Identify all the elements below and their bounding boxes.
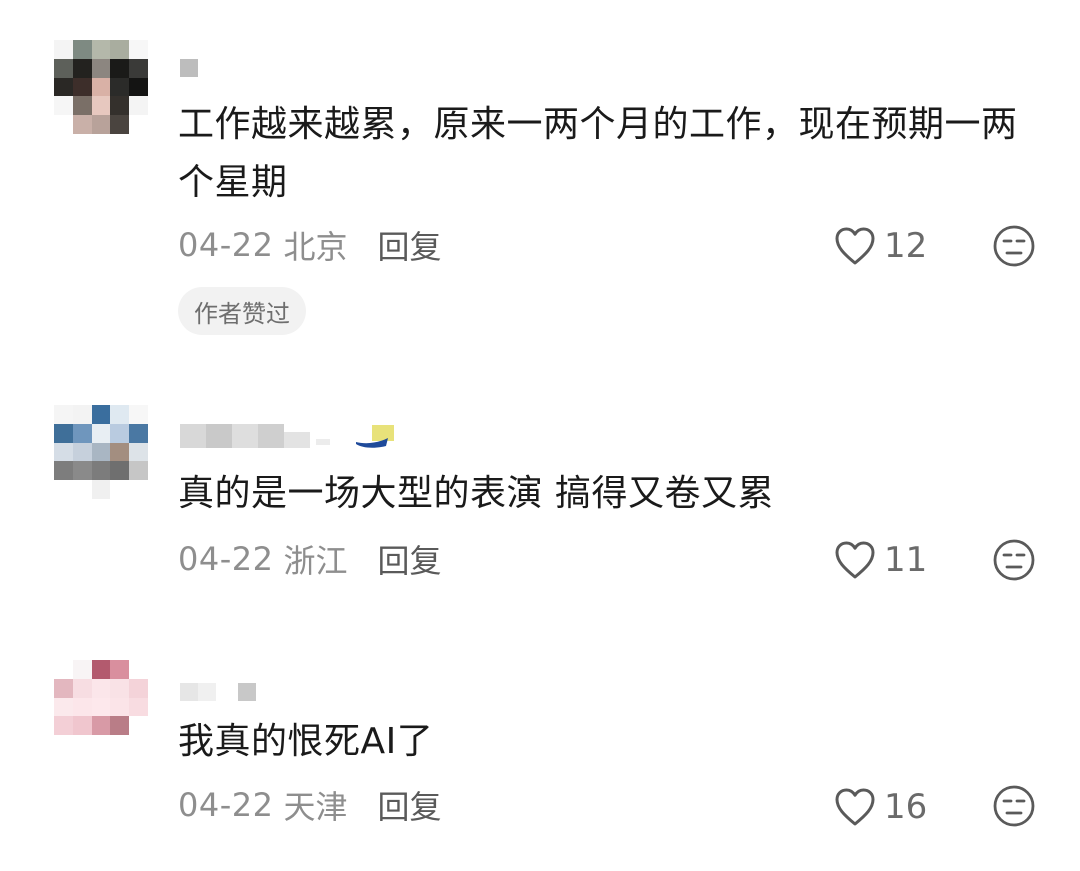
comment-text: 我真的恨死AI了 <box>178 721 434 762</box>
username-obscured[interactable] <box>180 424 396 448</box>
comment-date: 04-22 <box>178 226 274 264</box>
like-button[interactable]: 16 <box>834 782 927 832</box>
dislike-button[interactable] <box>992 538 1036 582</box>
comment-meta: 04-22 北京 回复 <box>178 220 442 270</box>
comment-meta: 04-22 天津 回复 <box>178 780 442 830</box>
comment-location: 浙江 <box>283 542 348 580</box>
neutral-face-icon <box>993 539 1035 581</box>
comment-date: 04-22 <box>178 786 274 824</box>
reply-button[interactable]: 回复 <box>378 222 442 268</box>
avatar[interactable] <box>54 405 148 499</box>
user-level-badge-icon <box>352 424 396 448</box>
comment-location: 天津 <box>283 788 348 826</box>
comment-date: 04-22 <box>178 540 274 578</box>
dislike-button[interactable] <box>992 784 1036 828</box>
like-button[interactable]: 11 <box>834 535 927 585</box>
comment-location: 北京 <box>283 228 348 266</box>
neutral-face-icon <box>993 225 1035 267</box>
username-obscured[interactable] <box>180 56 198 80</box>
reply-button[interactable]: 回复 <box>378 536 442 582</box>
username-obscured[interactable] <box>180 680 256 704</box>
dislike-button[interactable] <box>992 224 1036 268</box>
like-button[interactable]: 12 <box>834 221 927 271</box>
heart-outline-icon <box>835 788 875 826</box>
author-liked-badge: 作者赞过 <box>178 287 306 335</box>
comment-meta: 04-22 浙江 回复 <box>178 534 442 584</box>
like-count: 11 <box>884 540 928 580</box>
avatar[interactable] <box>54 40 148 134</box>
comment-text: 工作越来越累，原来一两个月的工作，现在预期一两个星期 <box>178 104 1018 203</box>
like-count: 16 <box>884 787 928 827</box>
heart-outline-icon <box>835 541 875 579</box>
like-count: 12 <box>884 226 928 266</box>
avatar[interactable] <box>54 660 148 754</box>
neutral-face-icon <box>993 785 1035 827</box>
heart-outline-icon <box>835 227 875 265</box>
comment-text: 真的是一场大型的表演 搞得又卷又累 <box>178 473 774 514</box>
reply-button[interactable]: 回复 <box>378 782 442 828</box>
